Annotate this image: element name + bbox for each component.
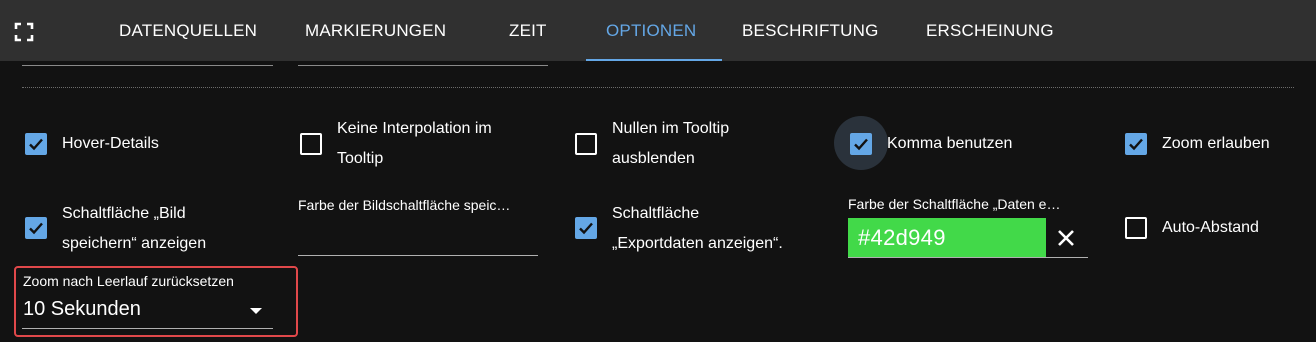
show-save-image-label-line2: speichern“ anzeigen: [62, 235, 207, 252]
tab-zeit[interactable]: ZEIT: [509, 0, 547, 61]
auto-spacing-label: Auto-Abstand: [1162, 219, 1259, 236]
image-button-color-field[interactable]: [298, 255, 538, 256]
show-save-image-checkbox[interactable]: [25, 217, 47, 239]
show-save-image-label-line1: Schaltfläche „Bild: [62, 205, 186, 222]
show-export-data-label-line1: Schaltfläche: [612, 205, 700, 222]
tab-erscheinung[interactable]: ERSCHEINUNG: [926, 0, 1054, 61]
data-button-color-input[interactable]: #42d949: [848, 218, 1046, 257]
section-divider: [22, 87, 1294, 88]
hide-nulls-label-line2: ausblenden: [612, 150, 695, 167]
options-tabbar: DATENQUELLEN MARKIERUNGEN ZEIT OPTIONEN …: [0, 0, 1316, 61]
no-interpolation-label-line2: Tooltip: [337, 150, 384, 167]
show-export-data-label-line2: „Exportdaten anzeigen“.: [612, 235, 783, 252]
tab-markierungen[interactable]: MARKIERUNGEN: [305, 0, 446, 61]
fullscreen-icon[interactable]: [14, 22, 34, 42]
check-icon: [29, 138, 43, 151]
active-tab-indicator: [586, 59, 722, 61]
allow-zoom-checkbox[interactable]: [1125, 133, 1147, 155]
check-icon: [579, 222, 593, 235]
data-button-color-label: Farbe der Schaltfläche „Daten e…: [848, 196, 1061, 212]
allow-zoom-label: Zoom erlauben: [1162, 135, 1270, 152]
no-interpolation-label-line1: Keine Interpolation im: [337, 120, 492, 137]
dropdown-arrow-icon[interactable]: [250, 308, 262, 314]
show-export-data-checkbox[interactable]: [575, 217, 597, 239]
check-icon: [1129, 138, 1143, 151]
tab-datenquellen[interactable]: DATENQUELLEN: [119, 0, 257, 61]
image-button-color-label: Farbe der Bildschaltfläche speic…: [298, 197, 511, 213]
data-button-color-underline: [848, 257, 1088, 258]
reset-zoom-label: Zoom nach Leerlauf zurücksetzen: [23, 273, 234, 289]
use-comma-label: Komma benutzen: [887, 135, 1013, 152]
tab-beschriftung[interactable]: BESCHRIFTUNG: [742, 0, 879, 61]
hover-details-checkbox[interactable]: [25, 133, 47, 155]
tab-optionen[interactable]: OPTIONEN: [606, 0, 696, 61]
field-underline: [298, 65, 548, 66]
hide-nulls-label-line1: Nullen im Tooltip: [612, 120, 730, 137]
auto-spacing-checkbox[interactable]: [1125, 217, 1147, 239]
reset-zoom-underline: [22, 328, 273, 329]
check-icon: [29, 222, 43, 235]
field-underline: [22, 65, 273, 66]
reset-zoom-select[interactable]: 10 Sekunden: [23, 298, 141, 321]
no-interpolation-checkbox[interactable]: [300, 133, 322, 155]
hover-details-label: Hover-Details: [62, 135, 159, 152]
close-icon[interactable]: [1054, 226, 1080, 250]
check-icon: [854, 138, 868, 151]
use-comma-checkbox[interactable]: [850, 133, 872, 155]
hide-nulls-checkbox[interactable]: [575, 133, 597, 155]
